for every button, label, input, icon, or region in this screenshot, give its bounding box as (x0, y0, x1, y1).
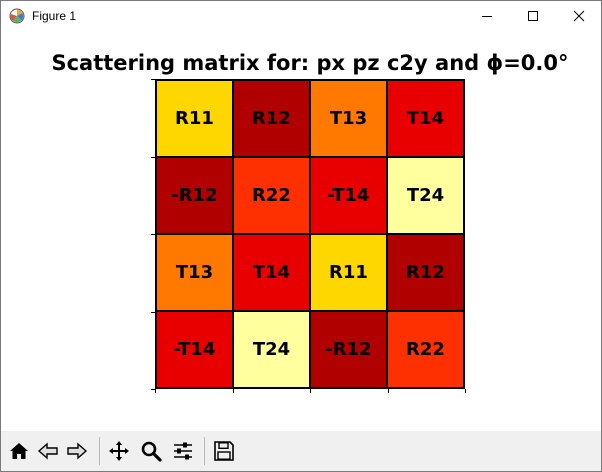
save-button[interactable] (210, 437, 238, 465)
configure-subplots-button[interactable] (169, 437, 197, 465)
back-button[interactable] (34, 437, 62, 465)
navigation-toolbar (1, 431, 601, 471)
matrix-cell: T24 (233, 311, 310, 388)
matrix-cell: R22 (387, 311, 464, 388)
title-bar[interactable]: Figure 1 (1, 1, 601, 31)
zoom-icon (141, 441, 162, 462)
forward-icon (67, 442, 88, 460)
x-axis-tick (233, 389, 234, 393)
maximize-icon (528, 11, 538, 21)
scattering-matrix: R11 R12 T13 T14 -R12 R22 -T14 T24 T13 T14 R11 R12 -T… (155, 79, 465, 389)
matrix-cell: T24 (387, 157, 464, 234)
close-icon (573, 10, 585, 22)
x-axis-tick (465, 389, 466, 393)
y-axis-tick (151, 157, 155, 158)
toolbar-separator (99, 437, 100, 465)
matrix-cell: R11 (156, 80, 233, 157)
y-axis-tick (151, 234, 155, 235)
x-axis-tick (388, 389, 389, 393)
matplotlib-logo-icon (9, 8, 25, 24)
y-axis-tick (151, 312, 155, 313)
minimize-button[interactable] (464, 1, 510, 31)
matrix-cell: R12 (233, 80, 310, 157)
matrix-cell: -R12 (156, 157, 233, 234)
save-icon (214, 441, 234, 461)
maximize-button[interactable] (510, 1, 556, 31)
y-axis-tick (151, 389, 155, 390)
figure-window: Figure 1 Scattering matrix for: px pz c2… (0, 0, 602, 472)
home-icon (10, 443, 28, 459)
pan-button[interactable] (105, 437, 133, 465)
matrix-cell: T13 (310, 80, 387, 157)
configure-subplots-icon (174, 442, 192, 460)
window-title: Figure 1 (32, 9, 77, 23)
matrix-cell: -R12 (310, 311, 387, 388)
matrix-cell: T14 (233, 234, 310, 311)
matrix-cell: -T14 (156, 311, 233, 388)
matrix-cell: -T14 (310, 157, 387, 234)
matrix-cell: T14 (387, 80, 464, 157)
close-button[interactable] (556, 1, 602, 31)
pan-icon (109, 441, 129, 461)
y-axis-tick (151, 79, 155, 80)
toolbar-separator (204, 437, 205, 465)
forward-button[interactable] (63, 437, 91, 465)
figure-title: Scattering matrix for: px pz c2y and ϕ=0… (51, 51, 569, 75)
home-button[interactable] (5, 437, 33, 465)
matrix-cell: R11 (310, 234, 387, 311)
matrix-cell: R12 (387, 234, 464, 311)
minimize-icon (482, 16, 492, 17)
matrix-cell: R22 (233, 157, 310, 234)
figure-canvas[interactable]: Scattering matrix for: px pz c2y and ϕ=0… (1, 31, 601, 431)
back-icon (37, 442, 58, 460)
x-axis-tick (310, 389, 311, 393)
x-axis-tick (155, 389, 156, 393)
zoom-button[interactable] (137, 437, 165, 465)
matrix-cell: T13 (156, 234, 233, 311)
